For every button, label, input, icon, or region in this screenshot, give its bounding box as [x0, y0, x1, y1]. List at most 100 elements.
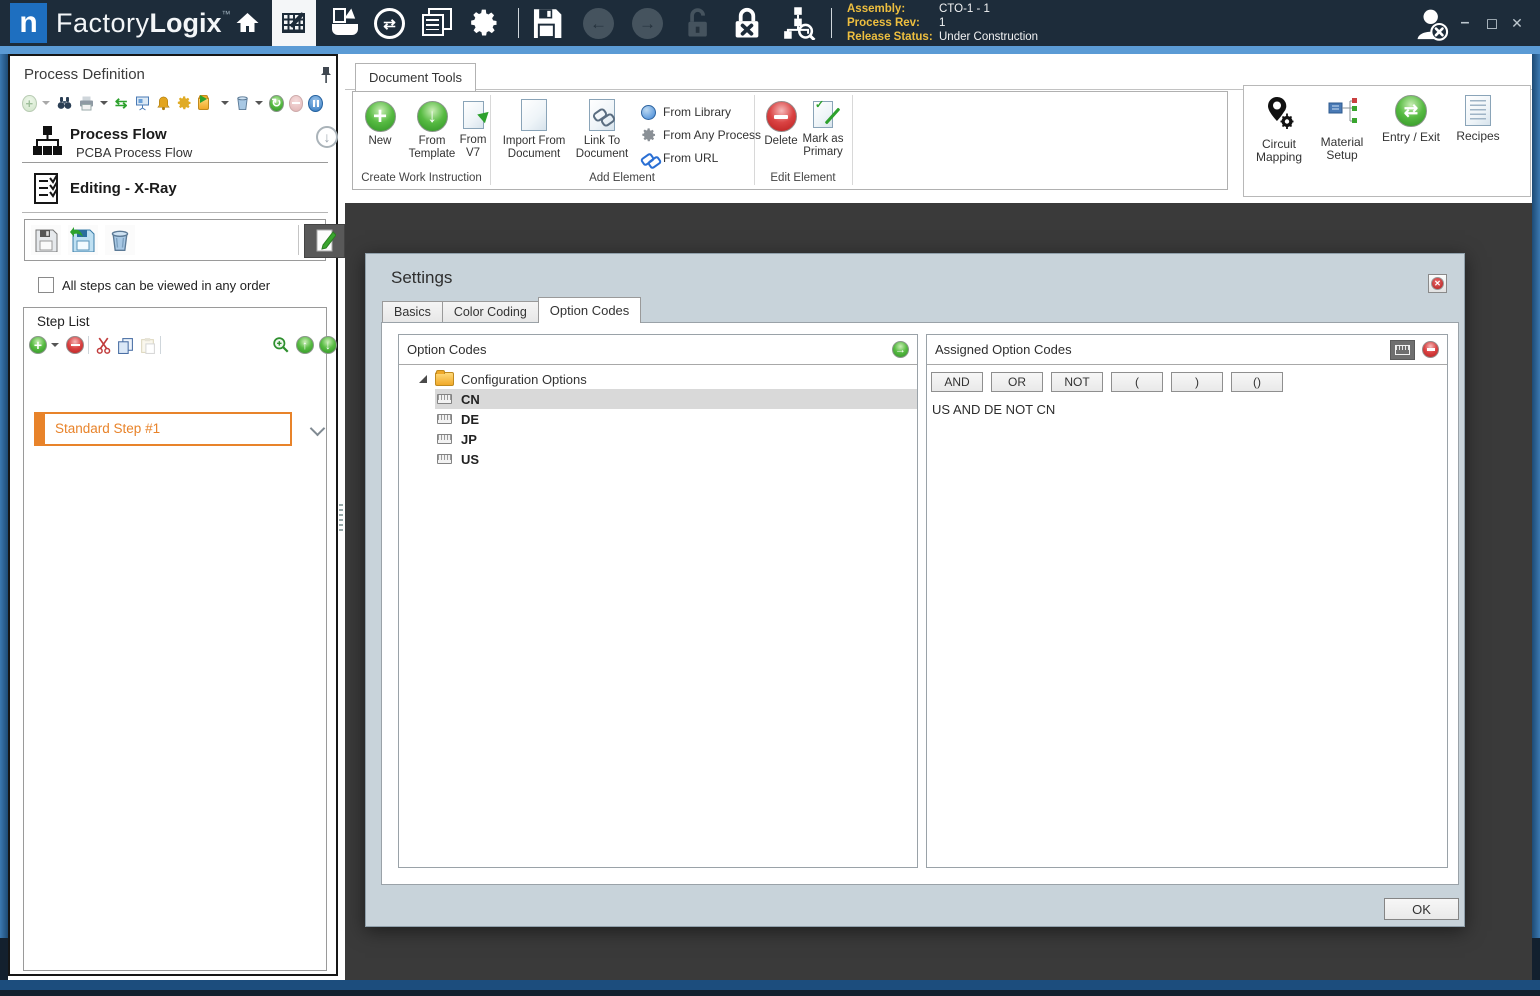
operator-or-button[interactable]: OR: [991, 372, 1043, 392]
tab-basics[interactable]: Basics: [382, 301, 443, 323]
maximize-glyph: ◻: [1485, 15, 1499, 32]
sync-icon[interactable]: ⇄: [374, 8, 405, 39]
from-v7-label: From V7: [459, 134, 487, 159]
window-close-button[interactable]: ✕: [1504, 10, 1530, 36]
zoom-steps-icon[interactable]: [272, 336, 290, 354]
save-as-button[interactable]: [68, 225, 98, 255]
cut-icon[interactable]: [94, 336, 112, 354]
unlock-icon[interactable]: [682, 7, 712, 39]
tree-item-jp[interactable]: JP: [435, 429, 917, 449]
release-status-label: Release Status:: [847, 31, 933, 43]
tree-item-us[interactable]: US: [435, 449, 917, 469]
tool-material-setup[interactable]: Material Setup: [1310, 95, 1374, 162]
options-gear-icon[interactable]: [176, 94, 193, 112]
work-instructions-tab-active[interactable]: [272, 0, 316, 46]
tree-expander-icon[interactable]: [419, 375, 427, 383]
ok-button[interactable]: OK: [1384, 898, 1459, 920]
edit-document-button-active[interactable]: [304, 224, 345, 258]
tree-item-cn-selected[interactable]: CN: [435, 389, 917, 409]
forward-icon[interactable]: →: [632, 8, 663, 39]
delete-document-button[interactable]: [105, 225, 135, 255]
print-icon[interactable]: [78, 94, 95, 112]
tool-circuit-mapping[interactable]: Circuit Mapping: [1248, 95, 1310, 164]
ribbon-item-from-template[interactable]: ↓ From Template: [405, 101, 459, 161]
editing-title: Editing - X-Ray: [70, 180, 177, 197]
ribbon-item-from-v7[interactable]: From V7: [457, 101, 489, 160]
user-icon[interactable]: [1412, 5, 1452, 43]
ribbon-menu-from-url[interactable]: From URL: [639, 148, 718, 170]
print-caret-icon[interactable]: [99, 101, 108, 105]
window-minimize-button[interactable]: –: [1452, 10, 1478, 36]
add-process-caret-icon[interactable]: [41, 101, 50, 105]
keyboard-entry-toggle-button[interactable]: [1390, 339, 1415, 360]
step-item-selected[interactable]: Standard Step #1: [34, 412, 292, 446]
tree-root-configuration-options[interactable]: Configuration Options: [399, 369, 917, 389]
order-checkbox-row[interactable]: All steps can be viewed in any order: [38, 276, 270, 294]
operator-and-button[interactable]: AND: [931, 372, 983, 392]
window-maximize-button[interactable]: ◻: [1479, 10, 1505, 36]
operator-close-paren-button[interactable]: ): [1171, 372, 1223, 392]
add-step-caret-icon[interactable]: [51, 343, 59, 347]
process-flow-expand-icon[interactable]: ↓: [316, 126, 338, 148]
ribbon-item-link-to-document[interactable]: Link To Document: [566, 99, 638, 161]
keyboard-icon: [1395, 344, 1410, 355]
stop-icon[interactable]: [288, 94, 304, 112]
expression-text[interactable]: US AND DE NOT CN: [927, 392, 1447, 417]
tab-color-coding[interactable]: Color Coding: [441, 301, 539, 323]
step-item-chevron-icon[interactable]: [309, 420, 326, 437]
refresh-icon[interactable]: ↻: [269, 94, 284, 112]
splitter-grip[interactable]: [339, 504, 343, 532]
back-icon[interactable]: ←: [583, 8, 614, 39]
export-icon[interactable]: [197, 94, 216, 112]
remove-assignment-icon[interactable]: [1422, 341, 1439, 358]
exchange-icon[interactable]: ⇆: [114, 94, 129, 112]
tab-document-tools[interactable]: Document Tools: [355, 63, 476, 91]
pin-icon[interactable]: [319, 66, 333, 84]
operator-open-paren-button[interactable]: (: [1111, 372, 1163, 392]
windows-icon[interactable]: [422, 8, 456, 38]
order-checkbox[interactable]: [38, 277, 54, 293]
paste-icon[interactable]: [138, 336, 156, 354]
app-logo-letter: n: [19, 6, 38, 39]
copy-icon[interactable]: [116, 336, 134, 354]
delete-process-icon[interactable]: [235, 94, 250, 112]
gear-icon[interactable]: [468, 7, 502, 39]
ribbon-tools-box: Circuit Mapping Material Setup ⇄ Entry /…: [1243, 85, 1531, 197]
move-step-up-icon[interactable]: ↑: [296, 336, 314, 354]
save-icon[interactable]: [531, 8, 563, 38]
operator-not-button[interactable]: NOT: [1051, 372, 1103, 392]
ribbon-menu-from-library[interactable]: From Library: [641, 102, 731, 122]
folder-icon: [435, 370, 454, 386]
export-caret-icon[interactable]: [220, 101, 229, 105]
operator-paren-pair-button[interactable]: (): [1231, 372, 1283, 392]
assign-option-icon[interactable]: →: [892, 341, 909, 358]
save-document-button[interactable]: [31, 225, 61, 255]
tree-item-de[interactable]: DE: [435, 409, 917, 429]
move-step-down-icon[interactable]: ↓: [319, 336, 337, 354]
find-icon[interactable]: [56, 94, 73, 112]
tool-entry-exit[interactable]: ⇄ Entry / Exit: [1374, 95, 1448, 144]
ribbon-item-new[interactable]: + New: [357, 101, 403, 148]
dialog-close-button[interactable]: ✕: [1428, 274, 1447, 293]
process-search-icon[interactable]: [780, 6, 816, 42]
brand-factory: Factory: [56, 7, 150, 38]
tool-recipes[interactable]: Recipes: [1448, 95, 1508, 143]
group-sep-3: [852, 95, 853, 185]
publish-icon[interactable]: [330, 8, 362, 38]
pause-icon[interactable]: [308, 94, 323, 112]
remove-step-icon[interactable]: [66, 336, 84, 354]
ribbon-menu-from-any-process[interactable]: From Any Process: [641, 125, 761, 145]
add-process-icon[interactable]: +: [22, 94, 37, 112]
presentation-icon[interactable]: [134, 94, 151, 112]
panel-title: Process Definition: [24, 66, 145, 83]
tab-option-codes[interactable]: Option Codes: [537, 297, 642, 323]
alert-bell-icon[interactable]: [156, 94, 171, 112]
process-flow-title[interactable]: Process Flow: [70, 126, 167, 143]
ribbon-item-import-from-document[interactable]: Import From Document: [494, 99, 574, 161]
add-step-icon[interactable]: +: [29, 336, 47, 354]
lock-close-icon[interactable]: [730, 6, 764, 40]
delete-element-label: Delete: [764, 135, 798, 147]
ribbon-item-mark-as-primary[interactable]: ✓ Mark as Primary: [795, 99, 851, 159]
delete-caret-icon[interactable]: [255, 101, 264, 105]
home-icon[interactable]: [232, 10, 262, 36]
